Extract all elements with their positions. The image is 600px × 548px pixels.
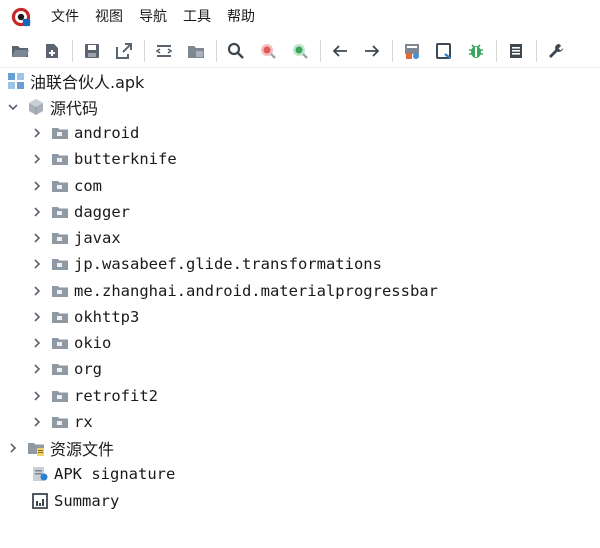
tree-package-label: javax: [74, 229, 121, 247]
chevron-right-icon[interactable]: [30, 389, 44, 403]
package-folder-icon: [50, 229, 70, 247]
menu-navigation[interactable]: 导航: [131, 0, 175, 34]
package-folder-icon: [50, 387, 70, 405]
tree-package[interactable]: okhttp3: [30, 304, 139, 330]
tree-package[interactable]: rx: [30, 409, 93, 435]
chevron-right-icon[interactable]: [30, 126, 44, 140]
tree-package-label: okhttp3: [74, 308, 140, 326]
tree-node-source-code[interactable]: 源代码: [6, 94, 98, 120]
tree-node-summary[interactable]: Summary: [30, 488, 119, 514]
summary-chart-icon: [30, 492, 50, 510]
forward-arrow-icon[interactable]: [358, 37, 386, 65]
toolbar-separator: [72, 39, 73, 62]
package-folder-icon: [50, 413, 70, 431]
tree-package[interactable]: org: [30, 356, 102, 382]
chevron-right-icon[interactable]: [30, 257, 44, 271]
tree-package[interactable]: javax: [30, 225, 121, 251]
package-folder-icon: [50, 177, 70, 195]
project-tree: 油联合伙人.apk 源代码 android butterknife com da…: [0, 68, 600, 548]
tree-resources-label: 资源文件: [50, 440, 115, 459]
toolbar-separator: [536, 39, 537, 62]
package-folder-icon: [50, 150, 70, 168]
tree-signature-label: APK signature: [54, 465, 176, 483]
tree-package[interactable]: retrofit2: [30, 383, 158, 409]
chevron-right-icon[interactable]: [30, 231, 44, 245]
back-arrow-icon[interactable]: [326, 37, 354, 65]
tree-package[interactable]: butterknife: [30, 146, 177, 172]
menu-file[interactable]: 文件: [43, 0, 87, 34]
menu-view[interactable]: 视图: [87, 0, 131, 34]
tree-package[interactable]: okio: [30, 330, 111, 356]
tree-package-label: retrofit2: [74, 387, 158, 405]
tree-package-label: jp.wasabeef.glide.transformations: [74, 255, 382, 273]
tree-summary-label: Summary: [54, 492, 120, 510]
tree-source-code-label: 源代码: [50, 99, 99, 118]
chevron-right-icon[interactable]: [30, 310, 44, 324]
toolbar-separator: [144, 39, 145, 62]
open-folder-icon[interactable]: [6, 37, 34, 65]
chevron-down-icon[interactable]: [6, 100, 20, 114]
tree-root-apk[interactable]: 油联合伙人.apk: [6, 68, 144, 94]
toolbar-separator: [496, 39, 497, 62]
certificate-icon: [30, 465, 50, 483]
package-folder-icon: [50, 282, 70, 300]
search-icon[interactable]: [222, 37, 250, 65]
menu-tools[interactable]: 工具: [175, 0, 219, 34]
tree-package[interactable]: android: [30, 120, 139, 146]
menu-help[interactable]: 帮助: [219, 0, 263, 34]
tree-package-label: org: [74, 360, 102, 378]
sync-icon[interactable]: [150, 37, 178, 65]
tree-package[interactable]: dagger: [30, 199, 130, 225]
tree-node-apk-signature[interactable]: APK signature: [30, 461, 175, 487]
tree-package[interactable]: jp.wasabeef.glide.transformations: [30, 251, 382, 277]
add-files-icon[interactable]: [38, 37, 66, 65]
chevron-right-icon[interactable]: [30, 152, 44, 166]
tree-package-label: rx: [74, 413, 93, 431]
chevron-right-icon[interactable]: [30, 362, 44, 376]
summary-icon[interactable]: [502, 37, 530, 65]
tree-package-label: okio: [74, 334, 112, 352]
resources-folder-icon: [26, 439, 46, 457]
package-folder-icon: [50, 360, 70, 378]
settings-wrench-icon[interactable]: [542, 37, 570, 65]
tree-root-label: 油联合伙人.apk: [30, 73, 145, 92]
package-folder-icon: [50, 203, 70, 221]
log-viewer-icon[interactable]: [430, 37, 458, 65]
debug-bug-icon[interactable]: [462, 37, 490, 65]
toolbar-separator: [392, 39, 393, 62]
tree-package[interactable]: com: [30, 173, 102, 199]
jadx-logo-icon: [9, 5, 33, 29]
chevron-right-icon[interactable]: [30, 284, 44, 298]
search-usage-icon[interactable]: [286, 37, 314, 65]
export-icon[interactable]: [110, 37, 138, 65]
chevron-right-icon[interactable]: [30, 179, 44, 193]
save-icon[interactable]: [78, 37, 106, 65]
tree-package-label: dagger: [74, 203, 130, 221]
chevron-right-icon[interactable]: [6, 441, 20, 455]
folder-flatten-icon[interactable]: [182, 37, 210, 65]
package-folder-icon: [50, 334, 70, 352]
source-cube-icon: [26, 98, 46, 116]
chevron-right-icon[interactable]: [30, 415, 44, 429]
toolbar-separator: [320, 39, 321, 62]
tree-package-label: me.zhanghai.android.materialprogressbar: [74, 282, 438, 300]
package-folder-icon: [50, 308, 70, 326]
package-folder-icon: [50, 124, 70, 142]
tree-package[interactable]: me.zhanghai.android.materialprogressbar: [30, 278, 438, 304]
chevron-right-icon[interactable]: [30, 336, 44, 350]
tree-package-label: android: [74, 124, 140, 142]
toolbar: [0, 34, 600, 68]
tree-node-resources[interactable]: 资源文件: [6, 435, 114, 461]
search-class-icon[interactable]: [254, 37, 282, 65]
apk-package-icon: [6, 72, 26, 90]
deobfuscation-icon[interactable]: [398, 37, 426, 65]
toolbar-separator: [216, 39, 217, 62]
menu-bar: 文件 视图 导航 工具 帮助: [0, 0, 600, 34]
tree-package-label: com: [74, 177, 102, 195]
package-folder-icon: [50, 255, 70, 273]
chevron-right-icon[interactable]: [30, 205, 44, 219]
tree-package-label: butterknife: [74, 150, 177, 168]
